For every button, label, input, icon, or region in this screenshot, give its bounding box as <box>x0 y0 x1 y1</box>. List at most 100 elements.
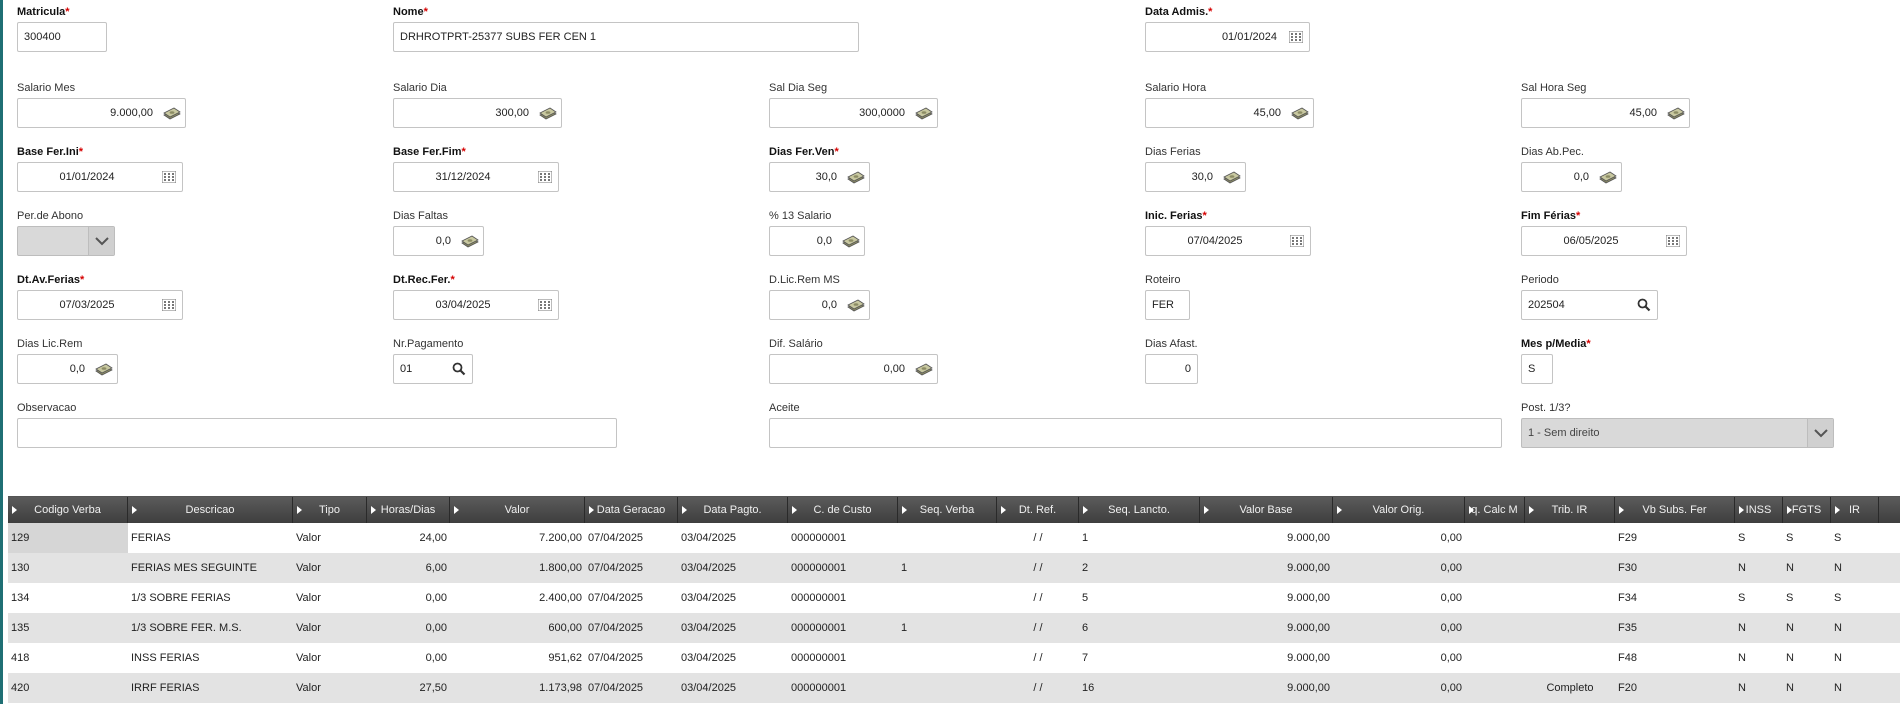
table-cell: N <box>1786 622 1794 634</box>
table-row[interactable]: 130 FERIAS MES SEGUINTE Valor 6,00 1.800,00 0… <box>8 553 1900 583</box>
money-icon[interactable] <box>911 355 937 383</box>
calendar-icon[interactable] <box>1283 23 1309 51</box>
table-row[interactable]: 129 FERIAS Valor 24,00 7.200,00 07/04/2025 03/… <box>8 523 1900 553</box>
calendar-icon[interactable] <box>532 163 558 191</box>
money-icon[interactable] <box>159 99 185 127</box>
dias-ferias-input[interactable]: 30,0 <box>1145 162 1246 192</box>
table-cell <box>898 523 997 553</box>
periodo-input[interactable]: 202504 <box>1521 290 1658 320</box>
column-header[interactable]: Tipo <box>293 497 367 523</box>
column-header[interactable]: IR <box>1831 497 1879 523</box>
sal-dia-seg-input[interactable]: 300,0000 <box>769 98 938 128</box>
pct-13-salario-input[interactable]: 0,0 <box>769 226 865 256</box>
inic-ferias-input[interactable]: 07/04/2025 <box>1145 226 1311 256</box>
column-header[interactable]: Codigo Verba <box>8 497 128 523</box>
table-row[interactable]: 418 INSS FERIAS Valor 0,00 951,62 07/04/2025 0… <box>8 643 1900 673</box>
per-abono-select[interactable] <box>17 226 115 256</box>
verbas-grid: Codigo Verba Descricao Tipo Horas/Dias Valor… <box>8 496 1900 704</box>
salario-hora-input[interactable]: 45,00 <box>1145 98 1314 128</box>
money-icon[interactable] <box>838 227 864 255</box>
money-icon[interactable] <box>843 163 869 191</box>
dt-rec-fer-field: Dt.Rec.Fer. 03/04/2025 <box>393 274 559 320</box>
dif-salario-input[interactable]: 0,00 <box>769 354 938 384</box>
roteiro-input[interactable]: FER <box>1145 290 1190 320</box>
table-cell: 9.000,00 <box>1287 592 1330 604</box>
table-cell: 0,00 <box>425 592 447 604</box>
table-cell: 000000001 <box>791 562 847 574</box>
dt-rec-fer-input[interactable]: 03/04/2025 <box>393 290 559 320</box>
chevron-down-icon[interactable] <box>88 227 114 255</box>
table-row[interactable]: 135 1/3 SOBRE FER. M.S. Valor 0,00 600,00 07/… <box>8 613 1900 643</box>
table-cell: S <box>1738 532 1746 544</box>
salario-dia-input[interactable]: 300,00 <box>393 98 562 128</box>
calendar-icon[interactable] <box>156 291 182 319</box>
fim-ferias-input[interactable]: 06/05/2025 <box>1521 226 1687 256</box>
dias-afast-input[interactable]: 0 <box>1145 354 1198 384</box>
dt-av-ferias-input[interactable]: 07/03/2025 <box>17 290 183 320</box>
table-row[interactable]: 420 IRRF FERIAS Valor 27,50 1.173,98 07/04/20… <box>8 673 1900 703</box>
column-header[interactable]: Data Geracao <box>585 497 678 523</box>
column-header[interactable]: Descricao <box>128 497 293 523</box>
aceite-field: Aceite <box>769 402 1502 448</box>
dias-ferias-value: 30,0 <box>1191 171 1213 183</box>
dias-faltas-input[interactable]: 0,0 <box>393 226 484 256</box>
column-header[interactable]: Valor <box>450 497 585 523</box>
post-1-3-select[interactable]: 1 - Sem direito <box>1521 418 1834 448</box>
money-icon[interactable] <box>911 99 937 127</box>
d-lic-rem-ms-input[interactable]: 0,0 <box>769 290 870 320</box>
salario-mes-value: 9.000,00 <box>110 107 153 119</box>
nr-pagamento-input[interactable]: 01 <box>393 354 473 384</box>
calendar-icon[interactable] <box>532 291 558 319</box>
base-fer-ini-input[interactable]: 01/01/2024 <box>17 162 183 192</box>
aceite-input[interactable] <box>769 418 1502 448</box>
money-icon[interactable] <box>457 227 483 255</box>
dias-faltas-value: 0,0 <box>435 235 451 247</box>
money-icon[interactable] <box>535 99 561 127</box>
mes-p-media-input[interactable]: S <box>1521 354 1553 384</box>
column-header[interactable]: Valor Base <box>1200 497 1333 523</box>
sort-arrow-icon <box>1083 506 1088 514</box>
column-header[interactable]: Seq. Lancto. <box>1079 497 1200 523</box>
table-cell: 07/04/2025 <box>588 682 644 694</box>
table-cell: N <box>1738 652 1746 664</box>
column-header[interactable]: q. Calc M <box>1465 497 1525 523</box>
search-icon[interactable] <box>446 355 472 383</box>
calendar-icon[interactable] <box>1284 227 1310 255</box>
money-icon[interactable] <box>1595 163 1621 191</box>
money-icon[interactable] <box>843 291 869 319</box>
table-row[interactable]: 134 1/3 SOBRE FERIAS Valor 0,00 2.400,00 07/0… <box>8 583 1900 613</box>
post-1-3-value: 1 - Sem direito <box>1528 427 1600 439</box>
column-header[interactable]: INSS <box>1735 497 1783 523</box>
column-header-label: Descricao <box>185 504 235 516</box>
column-header[interactable]: Valor Orig. <box>1333 497 1465 523</box>
data-admis-input[interactable]: 01/01/2024 <box>1145 22 1310 52</box>
salario-mes-input[interactable]: 9.000,00 <box>17 98 186 128</box>
sal-hora-seg-input[interactable]: 45,00 <box>1521 98 1690 128</box>
money-icon[interactable] <box>1219 163 1245 191</box>
matricula-input[interactable]: 300400 <box>17 22 107 52</box>
money-icon[interactable] <box>91 355 117 383</box>
column-header-label: Horas/Dias <box>380 504 436 516</box>
dias-lic-rem-input[interactable]: 0,0 <box>17 354 118 384</box>
search-icon[interactable] <box>1631 291 1657 319</box>
chevron-down-icon[interactable] <box>1807 419 1833 447</box>
nome-input[interactable]: DRHROTPRT-25377 SUBS FER CEN 1 <box>393 22 859 52</box>
data-admis-field: Data Admis. 01/01/2024 <box>1145 6 1310 52</box>
money-icon[interactable] <box>1663 99 1689 127</box>
observacao-input[interactable] <box>17 418 617 448</box>
table-cell: 1 <box>1082 532 1089 544</box>
column-header[interactable]: Data Pagto. <box>678 497 788 523</box>
column-header[interactable]: Horas/Dias <box>367 497 450 523</box>
dias-fer-ven-input[interactable]: 30,0 <box>769 162 870 192</box>
money-icon[interactable] <box>1287 99 1313 127</box>
column-header[interactable]: Dt. Ref. <box>997 497 1079 523</box>
column-header[interactable]: FGTS <box>1783 497 1831 523</box>
column-header[interactable]: Vb Subs. Fer <box>1615 497 1735 523</box>
column-header[interactable]: C. de Custo <box>788 497 898 523</box>
dias-ab-pec-input[interactable]: 0,0 <box>1521 162 1622 192</box>
calendar-icon[interactable] <box>156 163 182 191</box>
calendar-icon[interactable] <box>1660 227 1686 255</box>
base-fer-fim-input[interactable]: 31/12/2024 <box>393 162 559 192</box>
column-header[interactable]: Trib. IR <box>1525 497 1615 523</box>
column-header[interactable]: Seq. Verba <box>898 497 997 523</box>
